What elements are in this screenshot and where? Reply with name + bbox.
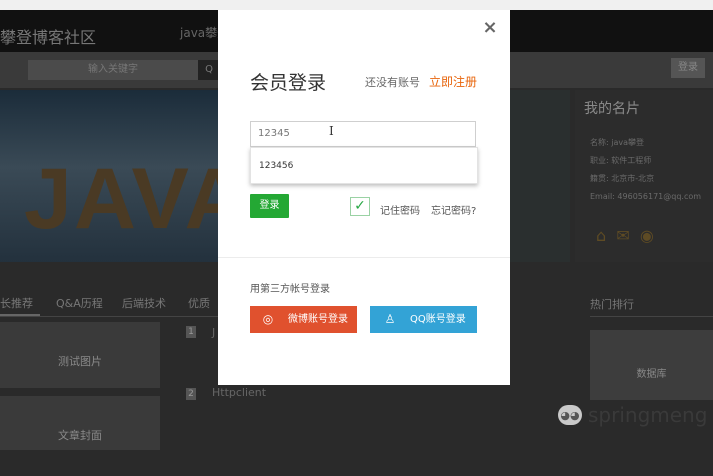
list-item[interactable]: Httpclient (212, 386, 266, 399)
tab-recommend[interactable]: 长推荐 (0, 295, 33, 311)
qq-button-label: QQ账号登录 (410, 314, 466, 325)
ranking-separator (590, 316, 713, 317)
tab-quality[interactable]: 优质 (188, 295, 210, 311)
text-cursor-icon: I (329, 124, 334, 138)
profile-card-title: 我的名片 (584, 101, 640, 117)
profile-line: Email: 496056171@qq.com (590, 192, 702, 201)
watermark: ◕◕ springmeng (558, 400, 707, 430)
remember-checkbox[interactable]: ✓ (350, 197, 370, 216)
wechat-icon: ◕◕ (558, 405, 582, 425)
list-item[interactable]: J (212, 326, 215, 339)
username-input[interactable]: 12345 (250, 121, 476, 147)
third-party-label: 用第三方帐号登录 (250, 284, 330, 295)
site-title[interactable]: 攀登博客社区 (0, 24, 96, 48)
browser-strip (0, 0, 713, 10)
close-icon[interactable]: × (482, 19, 498, 37)
weibo-button-label: 微博账号登录 (288, 314, 348, 325)
profile-contact-icons[interactable]: ⌂ ✉ ◉ (596, 226, 654, 245)
tab-separator (0, 316, 218, 317)
modal-title: 会员登录 (250, 72, 327, 94)
search-button[interactable]: Q (198, 60, 220, 80)
profile-line: 职业: 软件工程师 (590, 156, 652, 165)
watermark-text: springmeng (588, 403, 708, 427)
autocomplete-item[interactable]: 123456 (259, 161, 293, 171)
register-link[interactable]: 立即注册 (429, 73, 477, 90)
search-input[interactable]: 输入关键字 (28, 60, 198, 80)
weibo-login-button[interactable]: ◎ 微博账号登录 (250, 306, 357, 333)
profile-line: 籍贯: 北京市-北京 (590, 174, 655, 183)
qq-login-button[interactable]: ♙ QQ账号登录 (370, 306, 477, 333)
login-button[interactable]: 登录 (250, 194, 289, 218)
header-login-button[interactable]: 登录 (671, 58, 705, 78)
list-number: 2 (186, 388, 196, 400)
weibo-icon: ◎ (262, 312, 274, 326)
ranking-image[interactable]: 数据库 (590, 330, 713, 400)
list-number: 1 (186, 326, 196, 338)
article-thumbnail[interactable]: 文章封面 (0, 396, 160, 450)
login-modal: × 会员登录 还没有账号 立即注册 12345 I 123456 登录 ✓ 记住… (218, 10, 510, 385)
banner-text: JAVA (24, 151, 249, 247)
autocomplete-dropdown: 123456 (250, 147, 478, 184)
ranking-title: 热门排行 (590, 298, 634, 311)
tab-qa[interactable]: Q&A历程 (56, 295, 103, 311)
banner-side-image (510, 90, 570, 262)
article-thumbnail[interactable]: 测试图片 (0, 322, 160, 388)
no-account-text: 还没有账号 (365, 76, 420, 89)
forgot-password-link[interactable]: 忘记密码? (431, 202, 476, 217)
qq-icon: ♙ (384, 312, 396, 326)
tab-backend[interactable]: 后端技术 (122, 295, 166, 311)
divider (218, 257, 510, 258)
remember-label: 记住密码 (380, 206, 420, 217)
profile-line: 名称: java攀登 (590, 138, 644, 147)
